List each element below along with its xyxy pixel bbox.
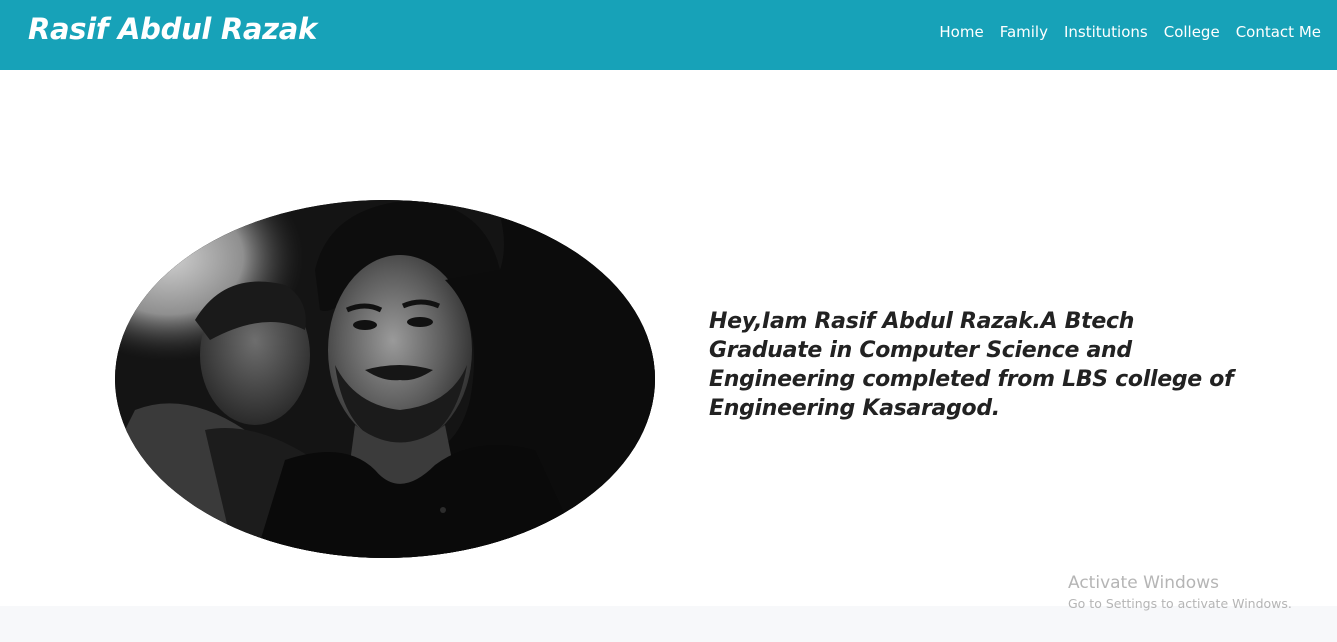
nav-link-contact-me[interactable]: Contact Me [1236,21,1321,43]
site-brand[interactable]: Rasif Abdul Razak [28,10,317,48]
footer-strip [0,606,1337,642]
nav-link-institutions[interactable]: Institutions [1064,21,1148,43]
nav-links: Home Family Institutions College Contact… [939,21,1321,43]
nav-link-college[interactable]: College [1164,21,1220,43]
navbar: Rasif Abdul Razak Home Family Institutio… [0,0,1337,70]
nav-link-family[interactable]: Family [1000,21,1048,43]
profile-photo-art [115,200,655,558]
profile-photo [115,200,655,558]
intro-text: Hey,Iam Rasif Abdul Razak.A Btech Gradua… [709,309,1234,421]
nav-link-home[interactable]: Home [939,21,983,43]
